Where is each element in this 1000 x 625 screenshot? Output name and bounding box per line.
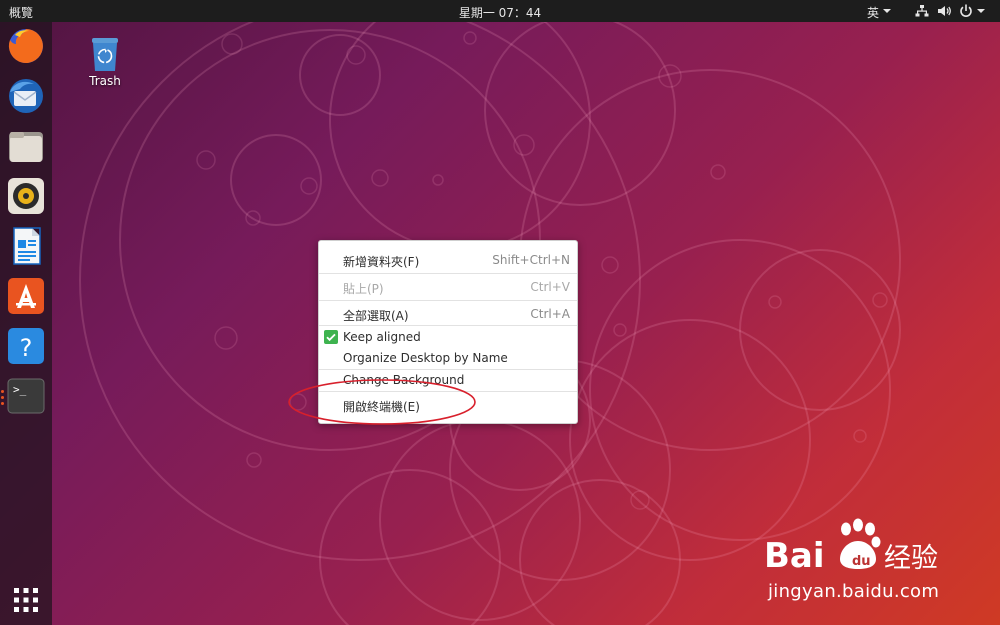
trash-label: Trash xyxy=(89,74,121,88)
menu-separator xyxy=(319,300,577,301)
terminal-icon[interactable]: >_ xyxy=(6,376,46,416)
checkmark-icon xyxy=(324,330,338,344)
menu-item-shortcut: Ctrl+A xyxy=(530,307,570,321)
menu-item-label: Keep aligned xyxy=(343,330,421,344)
running-indicator xyxy=(1,402,4,405)
menu-item-keep-aligned[interactable]: Keep aligned xyxy=(319,326,577,348)
menu-item-new-folder[interactable]: 新增資料夾(F) Shift+Ctrl+N xyxy=(319,249,577,271)
help-icon[interactable]: ? xyxy=(6,326,46,366)
menu-item-select-all[interactable]: 全部選取(A) Ctrl+A xyxy=(319,303,577,325)
menu-item-paste[interactable]: 貼上(P) Ctrl+V xyxy=(319,276,577,298)
apps-grid-icon[interactable] xyxy=(13,587,39,613)
firefox-icon[interactable] xyxy=(6,26,46,66)
svg-text:Bai: Bai xyxy=(764,536,825,576)
top-bar: 概覽 星期一 07：44 英 xyxy=(0,0,1000,22)
trash-desktop-icon[interactable]: Trash xyxy=(84,37,126,88)
menu-item-label: 新增資料夾(F) xyxy=(343,255,420,269)
menu-separator xyxy=(319,273,577,274)
svg-text:du: du xyxy=(852,554,871,569)
menu-item-label: 全部選取(A) xyxy=(343,309,409,323)
libreoffice-writer-icon[interactable] xyxy=(6,226,46,266)
trash-icon xyxy=(92,38,118,71)
svg-text:>_: >_ xyxy=(13,383,27,396)
clock[interactable]: 星期一 07：44 xyxy=(459,6,541,20)
software-icon[interactable] xyxy=(6,276,46,316)
power-icon[interactable] xyxy=(958,3,974,19)
files-icon[interactable] xyxy=(6,126,46,166)
menu-item-label: 貼上(P) xyxy=(343,282,384,296)
menu-item-organize-desktop[interactable]: Organize Desktop by Name xyxy=(319,347,577,369)
rhythmbox-icon[interactable] xyxy=(6,176,46,216)
svg-text:?: ? xyxy=(20,334,33,362)
network-icon[interactable] xyxy=(914,3,930,19)
baidu-logo: du Bai 经验 xyxy=(764,518,938,576)
menu-item-label: Organize Desktop by Name xyxy=(343,351,508,365)
watermark-url: jingyan.baidu.com xyxy=(768,581,940,602)
running-indicator xyxy=(1,396,4,399)
baidu-watermark: du Bai 经验 jingyan.baidu.com xyxy=(760,515,992,607)
dock: ? >_ xyxy=(0,22,52,625)
volume-icon[interactable] xyxy=(936,3,952,19)
input-method-indicator[interactable]: 英 xyxy=(867,4,879,21)
menu-item-shortcut: Ctrl+V xyxy=(530,280,570,294)
menu-item-shortcut: Shift+Ctrl+N xyxy=(492,253,570,267)
chevron-down-icon xyxy=(883,9,891,13)
desktop-screen[interactable]: 概覽 星期一 07：44 英 ? >_ Trash 新增資料夾(F) Shift… xyxy=(0,0,1000,625)
thunderbird-icon[interactable] xyxy=(6,76,46,116)
svg-text:经验: 经验 xyxy=(884,543,938,574)
activities-button[interactable]: 概覽 xyxy=(9,4,33,21)
running-indicator xyxy=(1,390,4,393)
annotation-ellipse xyxy=(288,379,476,425)
chevron-down-icon xyxy=(977,9,985,13)
